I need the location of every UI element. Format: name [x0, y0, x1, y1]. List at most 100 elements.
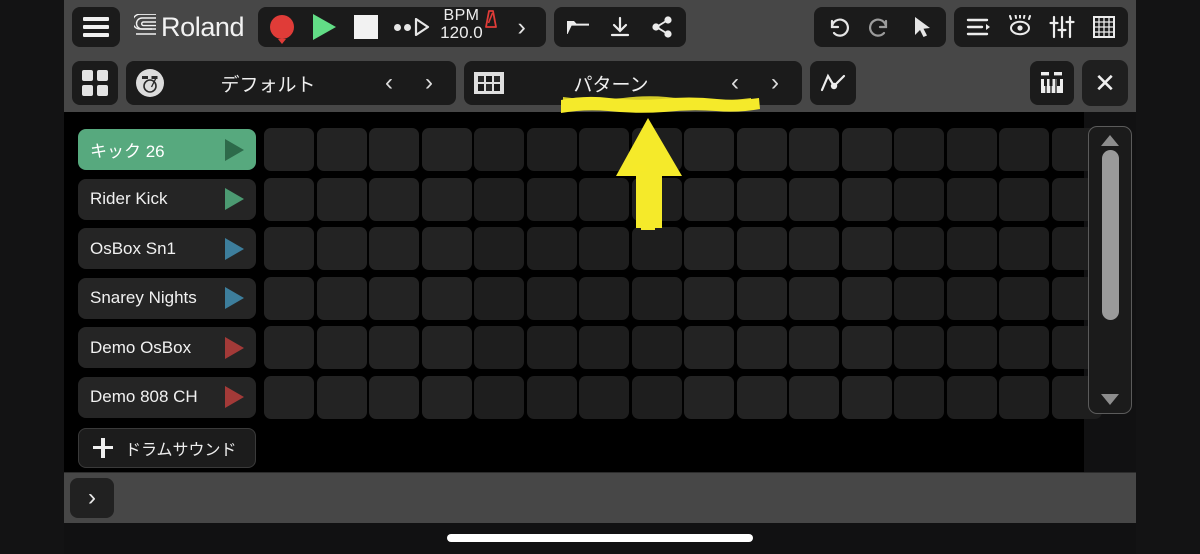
step-cell-1-6[interactable]	[579, 177, 629, 221]
track-button-2[interactable]: OsBox Sn1	[78, 228, 256, 269]
scrollbar-thumb[interactable]	[1101, 150, 1119, 320]
step-cell-4-1[interactable]	[316, 326, 367, 369]
step-cell-3-7[interactable]	[631, 276, 682, 320]
step-cell-3-14[interactable]	[999, 276, 1049, 320]
step-cell-3-3[interactable]	[421, 276, 472, 320]
step-cell-0-1[interactable]	[316, 128, 367, 171]
align-button[interactable]	[958, 8, 998, 46]
track-preview-play-icon[interactable]	[225, 287, 244, 309]
step-cell-0-4[interactable]	[474, 128, 524, 171]
step-cell-4-12[interactable]	[894, 326, 944, 369]
step-cell-3-10[interactable]	[789, 276, 839, 320]
step-cell-2-0[interactable]	[264, 227, 314, 270]
step-cell-3-5[interactable]	[526, 276, 577, 320]
step-cell-1-2[interactable]	[369, 177, 419, 221]
step-cell-5-5[interactable]	[526, 375, 577, 419]
step-cell-3-8[interactable]	[684, 276, 734, 320]
step-cell-2-1[interactable]	[316, 227, 367, 270]
step-cell-4-4[interactable]	[474, 326, 524, 369]
stop-button[interactable]	[346, 8, 386, 46]
step-cell-0-13[interactable]	[946, 128, 997, 171]
track-button-4[interactable]: Demo OsBox	[78, 327, 256, 368]
step-cell-2-12[interactable]	[894, 227, 944, 270]
step-cell-1-0[interactable]	[264, 177, 314, 221]
step-play-button[interactable]	[388, 8, 436, 46]
transport-expand-button[interactable]: ›	[502, 8, 542, 46]
track-button-1[interactable]: Rider Kick	[78, 178, 256, 220]
track-button-0[interactable]: キック 26	[78, 129, 256, 170]
redo-button[interactable]	[860, 8, 900, 46]
step-cell-3-9[interactable]	[736, 276, 787, 320]
step-cell-5-11[interactable]	[841, 375, 892, 419]
step-cell-3-12[interactable]	[894, 276, 944, 320]
step-cell-4-0[interactable]	[264, 326, 314, 369]
step-cell-4-6[interactable]	[579, 326, 629, 369]
step-cell-4-3[interactable]	[421, 326, 472, 369]
step-cell-4-8[interactable]	[684, 326, 734, 369]
step-cell-5-8[interactable]	[684, 375, 734, 419]
scroll-up-arrow-icon[interactable]	[1101, 135, 1119, 146]
track-button-3[interactable]: Snarey Nights	[78, 277, 256, 319]
kit-prev-button[interactable]: ‹	[372, 69, 406, 97]
track-preview-play-icon[interactable]	[225, 188, 244, 210]
track-preview-play-icon[interactable]	[225, 386, 244, 408]
step-cell-1-8[interactable]	[684, 177, 734, 221]
step-cell-4-9[interactable]	[736, 326, 787, 369]
pointer-button[interactable]	[902, 8, 942, 46]
pattern-prev-button[interactable]: ‹	[718, 69, 752, 97]
step-cell-3-1[interactable]	[316, 276, 367, 320]
step-cell-2-3[interactable]	[421, 227, 472, 270]
step-cell-0-2[interactable]	[369, 128, 419, 171]
step-cell-1-10[interactable]	[789, 177, 839, 221]
step-cell-2-6[interactable]	[579, 227, 629, 270]
step-cell-3-0[interactable]	[264, 276, 314, 320]
step-cell-4-5[interactable]	[526, 326, 577, 369]
step-cell-0-5[interactable]	[526, 128, 577, 171]
step-cell-1-7[interactable]	[631, 177, 682, 221]
step-cell-1-5[interactable]	[526, 177, 577, 221]
step-cell-2-14[interactable]	[999, 227, 1049, 270]
step-cell-5-3[interactable]	[421, 375, 472, 419]
bpm-display[interactable]: BPM 120.0	[438, 7, 500, 46]
step-cell-3-4[interactable]	[474, 276, 524, 320]
step-cell-5-9[interactable]	[736, 375, 787, 419]
track-preview-play-icon[interactable]	[225, 336, 244, 359]
step-cell-5-7[interactable]	[631, 375, 682, 419]
automation-button[interactable]	[810, 61, 856, 105]
step-cell-5-0[interactable]	[264, 375, 314, 419]
step-cell-3-11[interactable]	[841, 276, 892, 320]
step-cell-5-1[interactable]	[316, 375, 367, 419]
apps-button[interactable]	[72, 61, 118, 105]
step-cell-2-11[interactable]	[841, 227, 892, 270]
bottom-expand-button[interactable]: ›	[70, 478, 114, 518]
download-button[interactable]	[600, 8, 640, 46]
step-cell-0-9[interactable]	[736, 128, 787, 171]
step-cell-2-4[interactable]	[474, 227, 524, 270]
step-cell-4-13[interactable]	[946, 326, 997, 369]
keyboard-button[interactable]	[1030, 61, 1074, 105]
step-cell-0-6[interactable]	[579, 128, 629, 171]
add-drum-sound-button[interactable]: ドラムサウンド	[78, 427, 256, 468]
menu-button[interactable]	[76, 8, 116, 46]
step-cell-5-10[interactable]	[789, 375, 839, 419]
play-button[interactable]	[304, 8, 344, 46]
pattern-next-button[interactable]: ›	[758, 69, 792, 97]
step-cell-1-13[interactable]	[946, 177, 997, 221]
metronome-icon[interactable]	[484, 10, 498, 32]
track-preview-play-icon[interactable]	[225, 237, 244, 260]
kit-selector[interactable]: デフォルト ‹ ›	[126, 61, 456, 105]
close-button[interactable]: ✕	[1082, 60, 1128, 106]
step-cell-2-2[interactable]	[369, 227, 419, 270]
step-cell-4-10[interactable]	[789, 326, 839, 369]
record-button[interactable]	[262, 8, 302, 46]
step-cell-5-6[interactable]	[579, 375, 629, 419]
step-cell-1-9[interactable]	[736, 177, 787, 221]
step-cell-1-1[interactable]	[316, 177, 367, 221]
open-folder-button[interactable]	[558, 8, 598, 46]
step-cell-4-7[interactable]	[631, 326, 682, 369]
step-cell-5-2[interactable]	[369, 375, 419, 419]
step-cell-0-0[interactable]	[264, 128, 314, 171]
step-cell-1-14[interactable]	[999, 177, 1049, 221]
pattern-selector[interactable]: パターン ‹ ›	[464, 61, 802, 105]
step-cell-0-11[interactable]	[841, 128, 892, 171]
